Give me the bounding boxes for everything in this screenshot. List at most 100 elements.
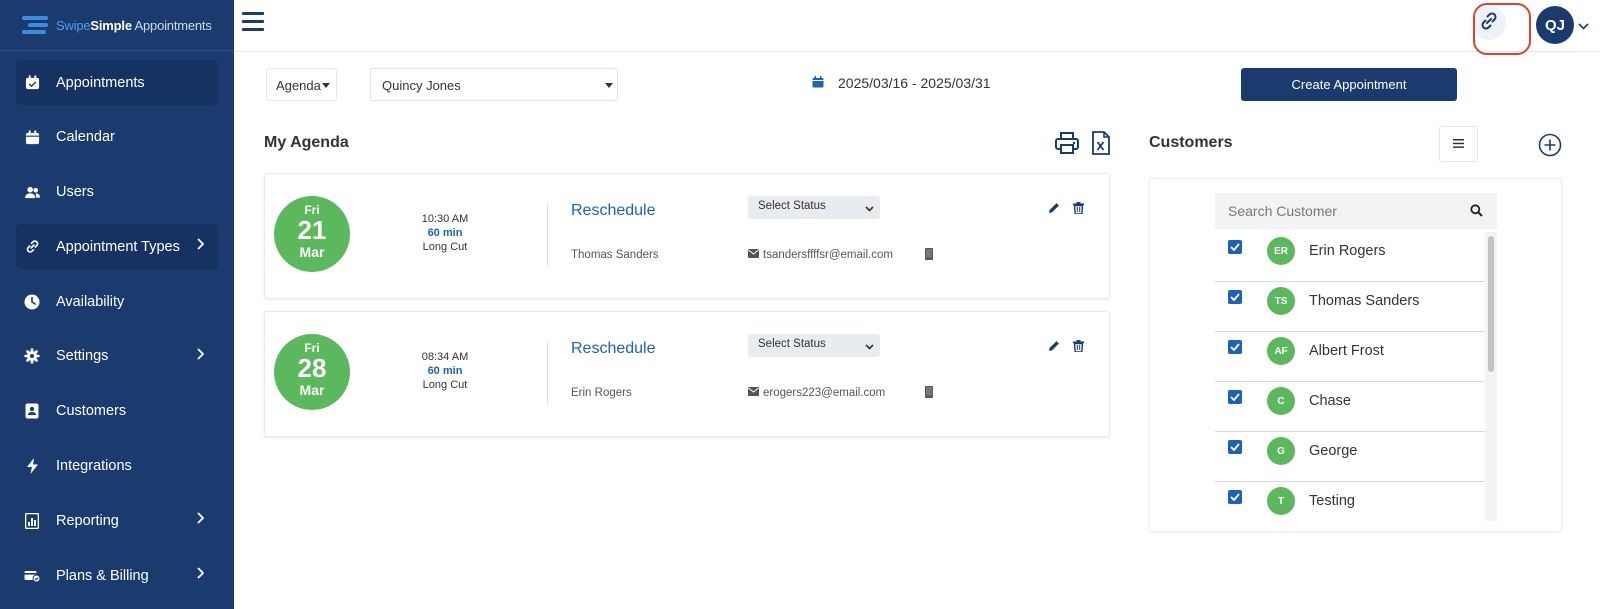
trash-icon[interactable]: [1073, 339, 1084, 357]
sidebar-item-label: Appointment Types: [56, 238, 180, 255]
appointment-card: Fri 28 Mar 08:34 AM 60 min Long Cut Resc…: [264, 311, 1110, 437]
list-item[interactable]: C Chase: [1215, 382, 1485, 432]
sidebar-item-label: Users: [56, 184, 94, 201]
customer-list-menu-button[interactable]: [1439, 126, 1478, 162]
list-item[interactable]: G George: [1215, 432, 1485, 482]
list-item[interactable]: T Testing: [1215, 482, 1485, 521]
phone-icon[interactable]: [925, 385, 933, 403]
customer-email: erogers223@email.com: [748, 387, 885, 399]
staff-select-value: Quincy Jones: [382, 78, 461, 93]
customer-avatar: G: [1267, 437, 1295, 465]
customer-checkbox[interactable]: [1228, 390, 1242, 404]
chevron-down-icon: [865, 203, 874, 215]
edit-icon[interactable]: [1048, 201, 1060, 219]
appointment-time: 08:34 AM 60 min Long Cut: [395, 350, 495, 392]
gear-icon: [24, 348, 40, 364]
users-icon: [24, 184, 40, 200]
customer-checkbox[interactable]: [1228, 340, 1242, 354]
list-item[interactable]: AF Albert Frost: [1215, 332, 1485, 382]
customer-search: [1215, 193, 1497, 229]
print-icon[interactable]: [1055, 132, 1079, 159]
service-name: Long Cut: [422, 241, 468, 253]
excel-export-icon[interactable]: [1092, 131, 1110, 160]
customer-avatar: AF: [1267, 337, 1295, 365]
customer-list-scrollbar[interactable]: [1485, 232, 1497, 521]
customer-search-input[interactable]: [1215, 193, 1455, 229]
sidebar-item-settings[interactable]: Settings: [16, 334, 218, 379]
start-time: 08:34 AM: [421, 351, 469, 363]
customer-checkbox[interactable]: [1228, 240, 1242, 254]
duration: 60 min: [427, 227, 463, 239]
search-icon[interactable]: [1470, 204, 1483, 222]
agenda-title: My Agenda: [264, 134, 349, 151]
date-range-picker[interactable]: 2025/03/16 - 2025/03/31: [812, 75, 991, 91]
sidebar-item-label: Reporting: [56, 512, 119, 529]
customer-email-text: erogers223@email.com: [763, 387, 886, 399]
customer-avatar: C: [1267, 387, 1295, 415]
customers-title: Customers: [1149, 134, 1233, 151]
customer-avatar: TS: [1267, 287, 1295, 315]
customer-name: George: [1309, 443, 1358, 459]
contact-card-icon: [24, 403, 40, 419]
status-select[interactable]: Select Status: [748, 334, 880, 357]
sidebar-item-plans-billing[interactable]: Plans & Billing: [16, 553, 218, 598]
customer-email: tsandersffffsr@email.com: [748, 249, 893, 261]
sidebar-item-label: Appointments: [56, 74, 145, 91]
envelope-icon: [748, 387, 759, 399]
caret-down-icon: [605, 83, 613, 88]
date-day: 28: [297, 353, 327, 383]
create-appointment-button[interactable]: Create Appointment: [1241, 68, 1457, 101]
status-select-label: Select Status: [758, 200, 826, 212]
caret-down-icon: [322, 83, 330, 88]
sidebar-item-users[interactable]: Users: [16, 170, 218, 215]
sidebar-nav: Appointments Calendar Users Appointment …: [0, 51, 234, 598]
scrollbar-thumb[interactable]: [1488, 236, 1494, 372]
edit-icon[interactable]: [1048, 339, 1060, 357]
staff-select[interactable]: Quincy Jones: [370, 68, 618, 101]
bolt-icon: [24, 458, 40, 475]
customer-checkbox[interactable]: [1228, 290, 1242, 304]
sidebar-item-availability[interactable]: Availability: [16, 279, 218, 324]
customers-panel: ER Erin Rogers TS Thomas Sanders AF Albe…: [1149, 178, 1562, 532]
sidebar-item-calendar[interactable]: Calendar: [16, 115, 218, 160]
phone-icon[interactable]: [925, 247, 933, 265]
calendar-icon: [812, 75, 824, 91]
customer-name: Thomas Sanders: [1309, 293, 1420, 309]
sidebar-item-customers[interactable]: Customers: [16, 389, 218, 434]
hamburger-menu-icon[interactable]: [242, 12, 264, 32]
appointment-card: Fri 21 Mar 10:30 AM 60 min Long Cut Resc…: [264, 173, 1110, 299]
chevron-right-icon: [196, 238, 205, 254]
reschedule-link[interactable]: Reschedule: [571, 340, 656, 358]
top-bar: QJ: [234, 0, 1600, 55]
sidebar-item-reporting[interactable]: Reporting: [16, 498, 218, 543]
customer-checkbox[interactable]: [1228, 490, 1242, 504]
customer-checkbox[interactable]: [1228, 440, 1242, 454]
add-customer-icon[interactable]: [1538, 133, 1562, 162]
sidebar-item-appointments[interactable]: Appointments: [16, 60, 218, 105]
sidebar-item-integrations[interactable]: Integrations: [16, 444, 218, 489]
customer-list: ER Erin Rogers TS Thomas Sanders AF Albe…: [1215, 232, 1485, 521]
clock-icon: [24, 294, 40, 310]
brand-name: SwipeSimple Appointments: [56, 17, 212, 33]
view-selector[interactable]: Agenda: [266, 68, 337, 101]
trash-icon[interactable]: [1073, 201, 1084, 219]
list-item[interactable]: ER Erin Rogers: [1215, 232, 1485, 282]
list-item[interactable]: TS Thomas Sanders: [1215, 282, 1485, 332]
envelope-icon: [748, 249, 759, 261]
appointment-time: 10:30 AM 60 min Long Cut: [395, 212, 495, 254]
status-select[interactable]: Select Status: [748, 196, 880, 219]
customer-name: Erin Rogers: [571, 387, 632, 399]
chevron-right-icon: [196, 512, 205, 528]
report-icon: [24, 512, 40, 529]
chevron-down-icon[interactable]: [1578, 17, 1589, 35]
chevron-right-icon: [196, 567, 205, 583]
chevron-right-icon: [196, 348, 205, 364]
sidebar-item-appointment-types[interactable]: Appointment Types: [16, 224, 218, 270]
brand-logo[interactable]: SwipeSimple Appointments: [0, 0, 234, 51]
chevron-down-icon: [865, 341, 874, 353]
user-avatar[interactable]: QJ: [1536, 6, 1574, 44]
reschedule-link[interactable]: Reschedule: [571, 202, 656, 220]
divider: [547, 204, 548, 266]
customer-avatar: ER: [1267, 237, 1295, 265]
customer-name: Albert Frost: [1309, 343, 1384, 359]
